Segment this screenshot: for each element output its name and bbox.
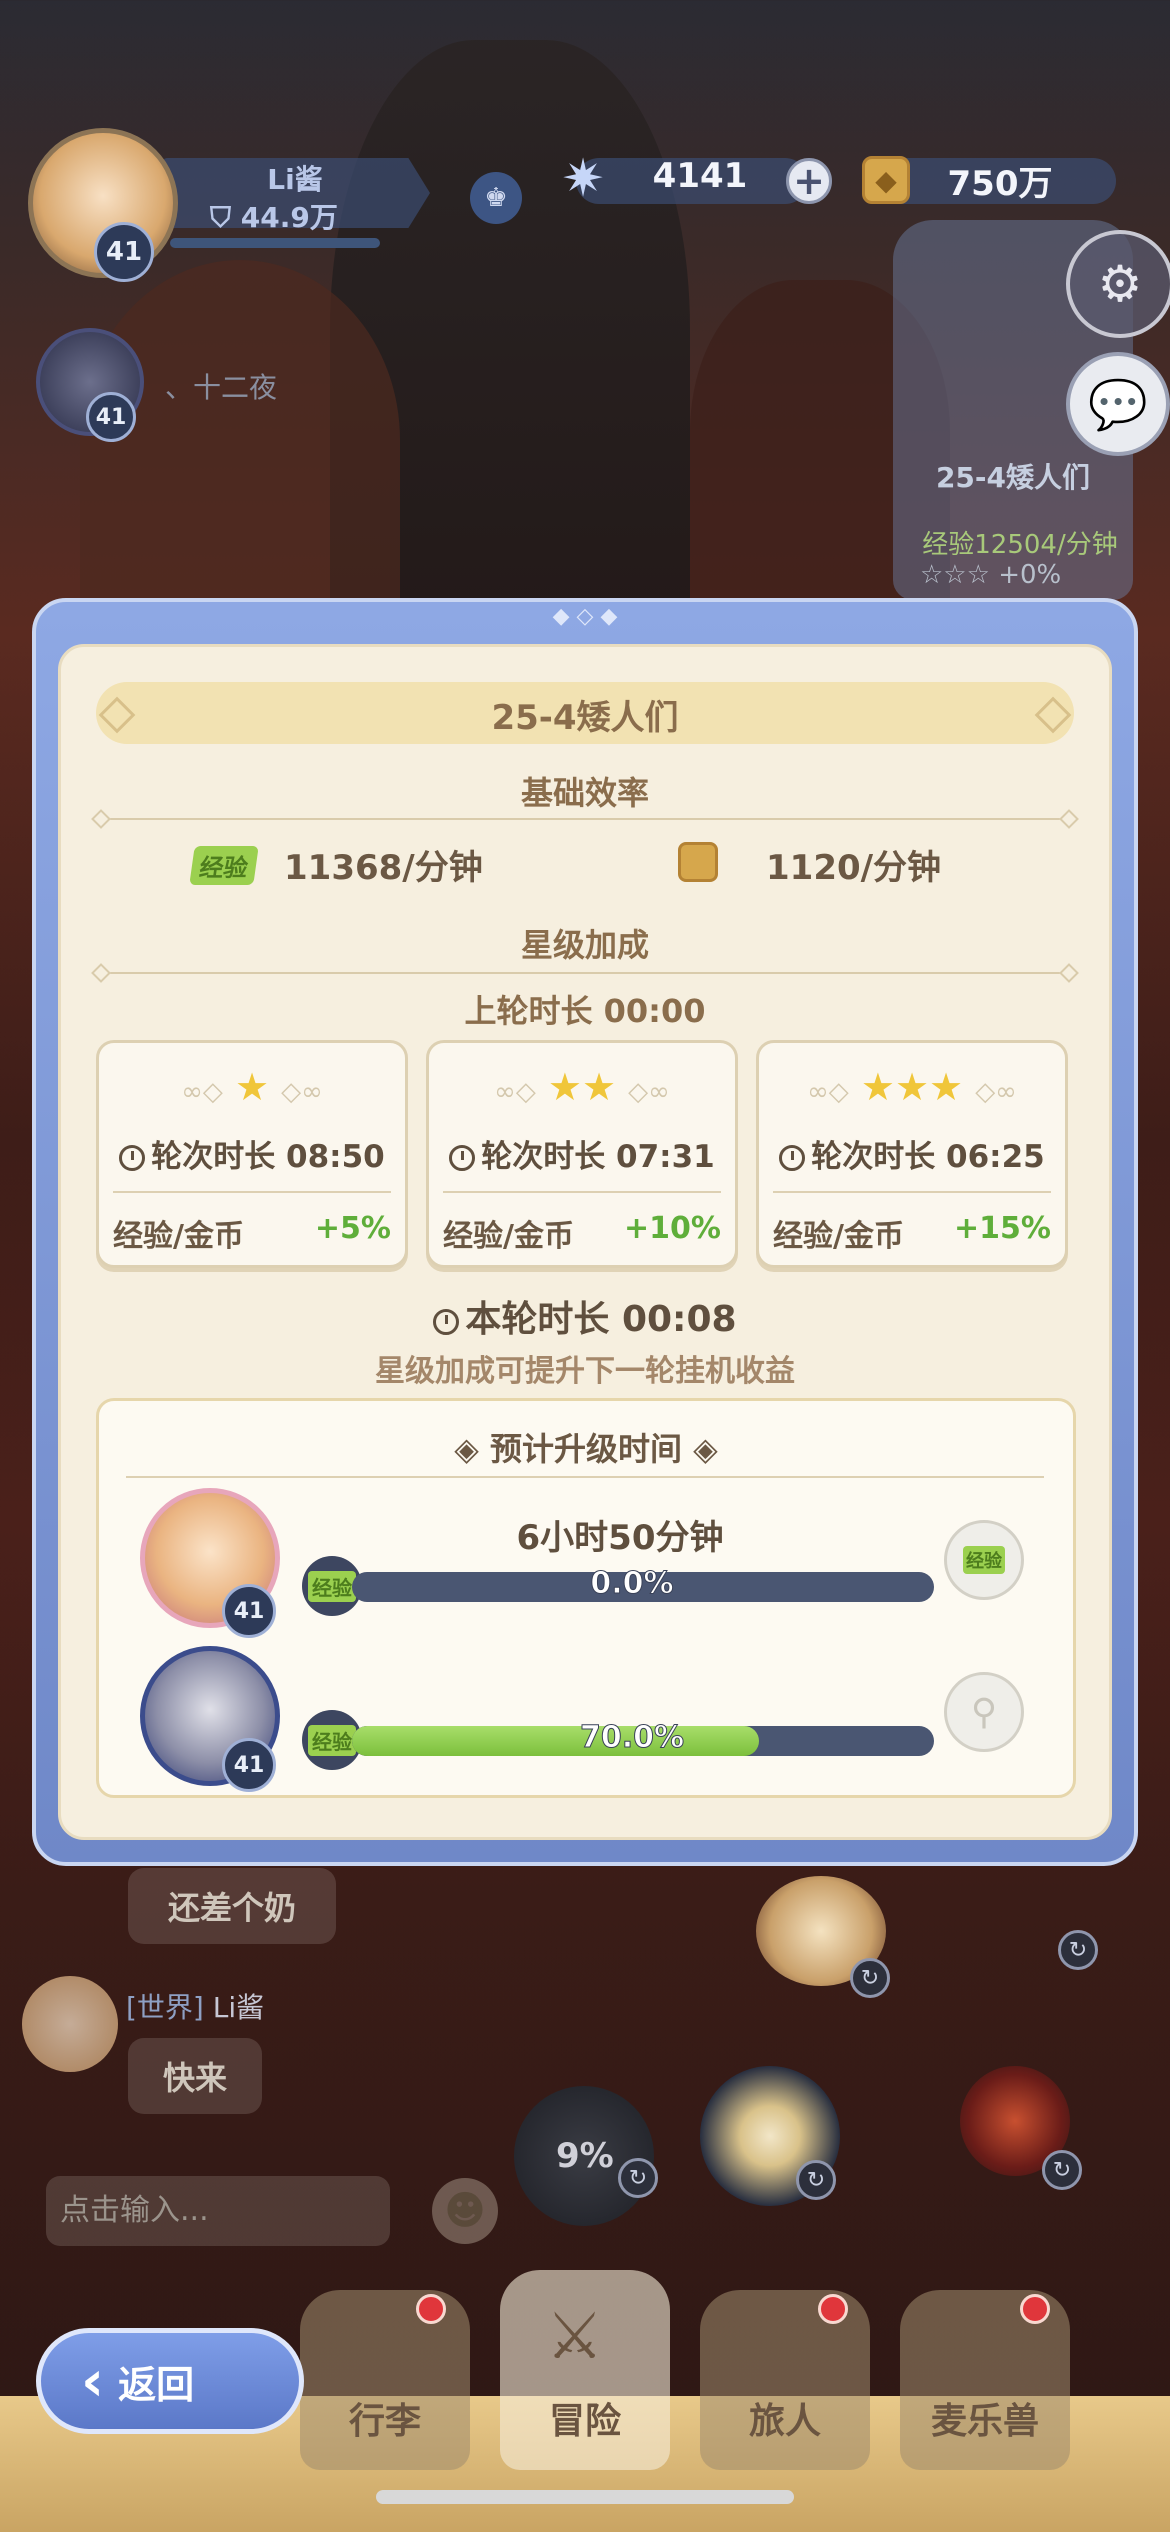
chat-avatar[interactable] (22, 1976, 118, 2072)
player-level-badge: 41 (94, 222, 154, 282)
add-gems-button[interactable]: + (786, 158, 832, 204)
chat-icon[interactable]: 💬 (1066, 352, 1170, 456)
player-power: ⛉ 44.9万 (210, 201, 338, 234)
tier-bonus-value: +5% (314, 1211, 391, 1246)
background-hill-left (80, 260, 400, 620)
exp-tag: 经验 (189, 846, 259, 885)
clock-icon (433, 1309, 460, 1335)
crossed-swords-icon: ⚔ (546, 2300, 604, 2374)
coin-rate: 1120/分钟 (766, 848, 942, 888)
crystal-icon: ✷ (561, 149, 605, 209)
player-name: Li酱 (267, 163, 323, 196)
tier-bonus-label: 经验/金币 (443, 1219, 574, 1254)
tier-bonus-value: +10% (624, 1211, 721, 1246)
star-tier-card-3: ∞◇ ★★★ ◇∞ 轮次时长 06:25 经验/金币 +15% (756, 1040, 1068, 1268)
clock-icon (779, 1145, 806, 1171)
hero-exp-progress-label: 0.0% (590, 1566, 674, 1602)
coin-amount: 750万 (947, 164, 1053, 204)
skill-cooldown: 9% (556, 2136, 614, 2176)
side-stage-exp: 经验12504/分钟 (922, 530, 1118, 560)
exp-potion-button[interactable]: 经验 (944, 1520, 1024, 1600)
star-icon: ★★★ (860, 1065, 964, 1109)
divider (443, 1191, 721, 1193)
coin-icon (678, 842, 718, 882)
diamond-icon: ◈ (693, 1430, 718, 1468)
hero-level-badge: 41 (222, 1584, 276, 1638)
tier-round-time: 轮次时长 06:25 (759, 1131, 1065, 1176)
tab-bag-label: 行李 (348, 2401, 421, 2442)
divider (126, 1476, 1044, 1478)
base-efficiency-title: 基础效率 (520, 774, 649, 812)
star-bonus-hint: 星级加成可提升下一轮挂机收益 (375, 1354, 795, 1389)
hero-upgrade-time: 6小时50分钟 (516, 1518, 724, 1558)
guild-icon[interactable]: ♚ (470, 172, 522, 224)
back-button[interactable]: ‹ 返回 (36, 2328, 304, 2434)
chat-message: 还差个奶 (128, 1868, 336, 1944)
notification-dot (818, 2294, 848, 2324)
friend-level-badge: 41 (86, 392, 136, 442)
gem-amount: 4141 (652, 156, 748, 196)
shield-icon: ⛉ (210, 201, 232, 234)
chat-sender-line: [世界] Li酱 (126, 1991, 265, 2024)
tab-beast-label: 麦乐兽 (930, 2401, 1039, 2442)
clock-icon (119, 1145, 146, 1171)
star-rating: ∞◇ ★ ◇∞ (181, 1065, 323, 1109)
star-bonus-title: 星级加成 (520, 926, 649, 964)
empty-potion-icon: ⚲ (944, 1672, 1024, 1752)
chat-message: 快来 (128, 2038, 262, 2114)
notification-dot (416, 2294, 446, 2324)
refresh-icon[interactable]: ↻ (618, 2158, 658, 2198)
divider (113, 1191, 391, 1193)
star-rating: ∞◇ ★★ ◇∞ (494, 1065, 670, 1109)
clock-icon (449, 1145, 476, 1171)
divider (98, 972, 1072, 974)
friend-name: 、十二夜 (165, 371, 278, 404)
settings-icon[interactable]: ⚙ (1066, 230, 1170, 338)
current-round-duration: 本轮时长 00:08 (58, 1290, 1112, 1342)
back-label: 返回 (118, 2362, 195, 2407)
notification-dot (1020, 2294, 1050, 2324)
home-indicator[interactable] (376, 2490, 794, 2504)
divider (773, 1191, 1051, 1193)
tier-bonus-label: 经验/金币 (113, 1219, 244, 1254)
star-rating: ∞◇ ★★★ ◇∞ (807, 1065, 1017, 1109)
refresh-icon[interactable]: ↻ (1058, 1930, 1098, 1970)
tab-traveler-label: 旅人 (748, 2401, 821, 2442)
refresh-icon[interactable]: ↻ (1042, 2150, 1082, 2190)
star-tier-card-1: ∞◇ ★ ◇∞ 轮次时长 08:50 经验/金币 +5% (96, 1040, 408, 1268)
exp-rate: 11368/分钟 (284, 848, 483, 888)
star-icon: ★ (234, 1065, 270, 1109)
panel-ornament: ◆ ◇ ◆ (552, 604, 618, 629)
tier-round-time: 轮次时长 07:31 (429, 1131, 735, 1176)
tab-adventure-label: 冒险 (548, 2401, 621, 2442)
stage-title: 25-4矮人们 (491, 698, 679, 738)
diamond-icon: ◈ (454, 1430, 479, 1468)
side-stage-name: 25-4矮人们 (935, 461, 1091, 494)
emoji-icon[interactable]: ☻ (432, 2178, 498, 2244)
hero-level-badge: 41 (222, 1738, 276, 1792)
chat-input[interactable]: 点击输入... (46, 2176, 390, 2246)
refresh-icon[interactable]: ↻ (850, 1958, 890, 1998)
star-tier-card-2: ∞◇ ★★ ◇∞ 轮次时长 07:31 经验/金币 +10% (426, 1040, 738, 1268)
tier-round-time: 轮次时长 08:50 (99, 1131, 405, 1176)
last-round-duration: 上轮时长 00:00 (464, 992, 706, 1030)
tier-bonus-value: +15% (954, 1211, 1051, 1246)
star-icon: ★★ (547, 1065, 617, 1109)
back-arrow-icon: ‹ (81, 2348, 105, 2414)
coin-icon: ◆ (862, 156, 910, 204)
hero-exp-progress-label: 70.0% (579, 1720, 685, 1756)
divider (98, 818, 1072, 820)
star-icon: ☆☆☆ (920, 560, 990, 590)
tier-bonus-label: 经验/金币 (773, 1219, 904, 1254)
refresh-icon[interactable]: ↻ (796, 2160, 836, 2200)
upgrade-time-title: ◈ 预计升级时间 ◈ (454, 1430, 718, 1468)
player-exp-bar (170, 238, 380, 248)
side-stage-stars: ☆☆☆ +0% (920, 560, 1062, 590)
